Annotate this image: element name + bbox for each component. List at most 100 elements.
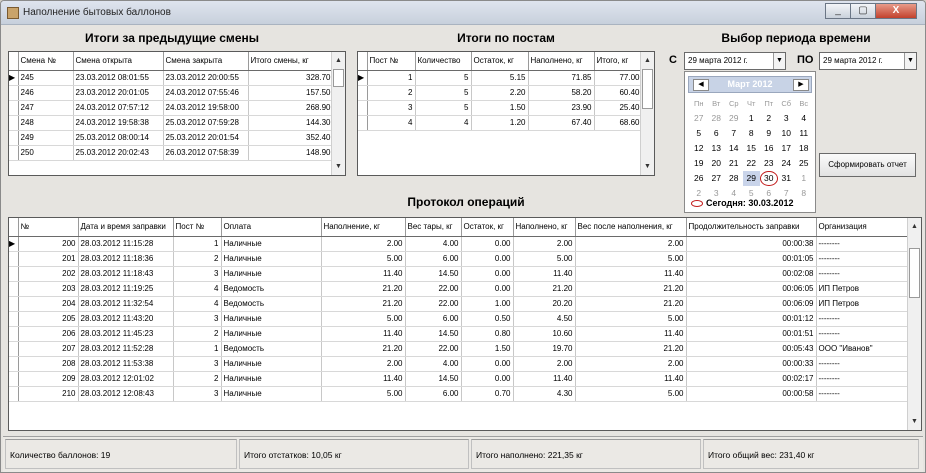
calendar-day[interactable]: 9 bbox=[760, 126, 778, 141]
calendar-day[interactable]: 14 bbox=[725, 141, 743, 156]
row-indicator[interactable] bbox=[9, 296, 19, 312]
column-header[interactable]: Смена № bbox=[18, 52, 74, 71]
close-button[interactable]: X bbox=[875, 3, 917, 19]
calendar-day[interactable]: 31 bbox=[778, 171, 796, 186]
calendar-day[interactable]: 27 bbox=[690, 111, 708, 126]
column-header[interactable]: Наполнено, кг bbox=[528, 52, 595, 71]
row-indicator[interactable] bbox=[9, 100, 19, 116]
calendar-day[interactable]: 23 bbox=[760, 156, 778, 171]
column-header[interactable]: Дата и время заправки bbox=[78, 218, 174, 237]
scroll-down-icon[interactable]: ▼ bbox=[908, 415, 921, 428]
calendar-day[interactable]: 16 bbox=[760, 141, 778, 156]
next-month-icon[interactable]: ▶ bbox=[793, 79, 809, 91]
row-indicator[interactable] bbox=[358, 85, 368, 101]
current-row-icon[interactable]: ▶ bbox=[358, 70, 368, 86]
calendar-day[interactable]: 6 bbox=[708, 126, 726, 141]
column-header[interactable]: Оплата bbox=[221, 218, 322, 237]
table-row[interactable]: 204 28.03.2012 11:32:54 4 Ведомость 21.20 22.… bbox=[9, 296, 910, 312]
table-row[interactable]: 250 25.03.2012 20:02:43 26.03.2012 07:58:3… bbox=[9, 145, 334, 161]
calendar-day[interactable]: 18 bbox=[795, 141, 813, 156]
table-row[interactable]: ▶ 1 5 5.15 71.85 77.00 bbox=[358, 70, 643, 86]
column-header[interactable]: Количество bbox=[415, 52, 472, 71]
row-indicator[interactable] bbox=[9, 311, 19, 327]
calendar-day[interactable]: 8 bbox=[795, 186, 813, 201]
column-header[interactable]: Итого, кг bbox=[594, 52, 643, 71]
calendar-day[interactable]: 20 bbox=[708, 156, 726, 171]
calendar-day[interactable]: 11 bbox=[795, 126, 813, 141]
scroll-up-icon[interactable]: ▲ bbox=[908, 220, 921, 233]
column-header[interactable]: Смена открыта bbox=[73, 52, 164, 71]
from-date-picker[interactable]: 29 марта 2012 г. ▼ bbox=[684, 52, 786, 70]
chevron-down-icon[interactable]: ▼ bbox=[773, 53, 785, 69]
row-indicator[interactable] bbox=[9, 326, 19, 342]
column-header[interactable]: Остаток, кг bbox=[461, 218, 514, 237]
row-indicator[interactable] bbox=[9, 281, 19, 297]
shifts-scrollbar[interactable]: ▲ ▼ bbox=[331, 52, 345, 175]
calendar-day[interactable]: 7 bbox=[725, 126, 743, 141]
table-row[interactable]: 201 28.03.2012 11:18:36 2 Наличные 5.00 6.00 0… bbox=[9, 251, 910, 267]
table-row[interactable]: 207 28.03.2012 11:52:28 1 Ведомость 21.20 22.… bbox=[9, 341, 910, 357]
column-header[interactable]: Итого смены, кг bbox=[248, 52, 334, 71]
column-header[interactable]: № bbox=[18, 218, 79, 237]
table-row[interactable]: 2 5 2.20 58.20 60.40 bbox=[358, 85, 643, 101]
table-row[interactable]: 249 25.03.2012 08:00:14 25.03.2012 20:01:5… bbox=[9, 130, 334, 146]
table-row[interactable]: 205 28.03.2012 11:43:20 3 Наличные 5.00 6.00 0… bbox=[9, 311, 910, 327]
calendar-dropdown[interactable]: ◀ Март 2012 ▶ Пн Вт Ср Чт Пт Сб Вс 27 28 29 1 2 3 4 5 6… bbox=[684, 71, 816, 213]
calendar-day[interactable]: 5 bbox=[690, 126, 708, 141]
table-row[interactable]: ▶ 200 28.03.2012 11:15:28 1 Наличные 2.00 4.00… bbox=[9, 236, 910, 252]
row-indicator[interactable] bbox=[9, 371, 19, 387]
calendar-day[interactable]: 3 bbox=[778, 111, 796, 126]
calendar-day[interactable]: 29 bbox=[742, 171, 760, 186]
calendar-day[interactable]: 17 bbox=[778, 141, 796, 156]
calendar-day[interactable]: 10 bbox=[778, 126, 796, 141]
shifts-grid[interactable]: Смена № Смена открыта Смена закрыта Итог… bbox=[8, 51, 346, 176]
row-indicator[interactable] bbox=[358, 100, 368, 116]
table-row[interactable]: ▶ 245 23.03.2012 08:01:55 23.03.2012 20:00:… bbox=[9, 70, 334, 86]
row-indicator[interactable] bbox=[9, 130, 19, 146]
table-row[interactable]: 202 28.03.2012 11:18:43 3 Наличные 11.40 14.5… bbox=[9, 266, 910, 282]
calendar-day[interactable]: 12 bbox=[690, 141, 708, 156]
column-header[interactable]: Вес после наполнения, кг bbox=[575, 218, 687, 237]
row-indicator[interactable] bbox=[9, 145, 19, 161]
row-indicator[interactable] bbox=[9, 341, 19, 357]
scroll-thumb[interactable] bbox=[909, 248, 920, 298]
calendar-day[interactable]: 2 bbox=[760, 111, 778, 126]
column-header[interactable]: Продолжительность заправки bbox=[686, 218, 817, 237]
calendar-day[interactable]: 21 bbox=[725, 156, 743, 171]
current-row-icon[interactable]: ▶ bbox=[9, 236, 19, 252]
row-indicator[interactable] bbox=[9, 356, 19, 372]
calendar-day[interactable]: 4 bbox=[795, 111, 813, 126]
operations-scrollbar[interactable]: ▲ ▼ bbox=[907, 218, 921, 430]
table-row[interactable]: 208 28.03.2012 11:53:38 3 Наличные 2.00 4.00 0… bbox=[9, 356, 910, 372]
generate-report-button[interactable]: Сформировать отчет bbox=[819, 153, 916, 177]
calendar-day[interactable]: 28 bbox=[708, 111, 726, 126]
column-header[interactable]: Организация bbox=[816, 218, 910, 237]
calendar-day[interactable]: 22 bbox=[743, 156, 761, 171]
table-row[interactable]: 206 28.03.2012 11:45:23 2 Наличные 11.40 14.5… bbox=[9, 326, 910, 342]
maximize-button[interactable]: ▢ bbox=[850, 3, 876, 19]
calendar-day[interactable]: 13 bbox=[708, 141, 726, 156]
table-row[interactable]: 210 28.03.2012 12:08:43 3 Наличные 5.00 6.00 0… bbox=[9, 386, 910, 402]
calendar-today[interactable]: Сегодня: 30.03.2012 bbox=[691, 198, 793, 208]
row-indicator[interactable] bbox=[9, 386, 19, 402]
row-indicator[interactable] bbox=[9, 251, 19, 267]
row-indicator[interactable] bbox=[9, 85, 19, 101]
column-header[interactable]: Вес тары, кг bbox=[405, 218, 462, 237]
scroll-up-icon[interactable]: ▲ bbox=[332, 54, 345, 67]
row-indicator[interactable] bbox=[9, 266, 19, 282]
row-indicator[interactable] bbox=[9, 115, 19, 131]
column-header[interactable]: Остаток, кг bbox=[471, 52, 529, 71]
table-row[interactable]: 3 5 1.50 23.90 25.40 bbox=[358, 100, 643, 116]
calendar-day[interactable]: 19 bbox=[690, 156, 708, 171]
column-header[interactable]: Наполнено, кг bbox=[513, 218, 576, 237]
operations-grid[interactable]: № Дата и время заправки Пост № Оплата На… bbox=[8, 217, 922, 431]
table-row[interactable]: 4 4 1.20 67.40 68.60 bbox=[358, 115, 643, 131]
row-indicator[interactable] bbox=[358, 115, 368, 131]
calendar-day[interactable]: 8 bbox=[743, 126, 761, 141]
calendar-day[interactable]: 24 bbox=[778, 156, 796, 171]
table-row[interactable]: 246 23.03.2012 20:01:05 24.03.2012 07:55:4… bbox=[9, 85, 334, 101]
scroll-down-icon[interactable]: ▼ bbox=[641, 160, 654, 173]
prev-month-icon[interactable]: ◀ bbox=[693, 79, 709, 91]
column-header[interactable]: Смена закрыта bbox=[163, 52, 249, 71]
scroll-thumb[interactable] bbox=[642, 69, 653, 109]
